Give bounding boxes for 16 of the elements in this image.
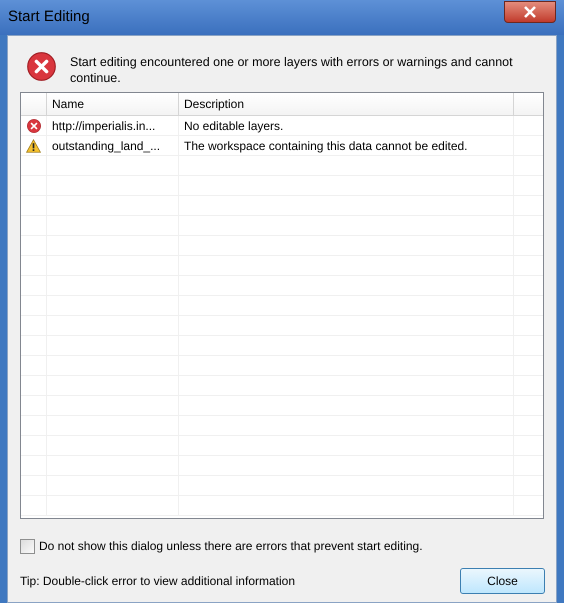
column-header[interactable]: Description [179,93,514,115]
error-icon [26,118,40,132]
table-cell: No editable layers. [179,116,514,135]
close-icon[interactable] [504,0,556,22]
table-cell: The workspace containing this data cannot be edited. [179,136,514,155]
tip-text: Tip: Double-click error to view additional information [20,573,296,590]
table-cell: outstanding_land_... [47,136,179,155]
close-button[interactable]: Close [460,568,545,594]
warning-icon [26,138,41,152]
window-title: Start Editing [8,7,90,28]
error-message: Start editing encountered one or more layers with errors or warnings and cannot continue. [70,54,514,86]
checkbox-label: Do not show this dialog unless there are errors that prevent start editing. [39,538,423,555]
checkbox[interactable] [20,538,35,554]
column-header[interactable]: Name [47,93,179,115]
error-icon [27,52,56,81]
table-cell: http://imperialis.in... [47,116,179,135]
